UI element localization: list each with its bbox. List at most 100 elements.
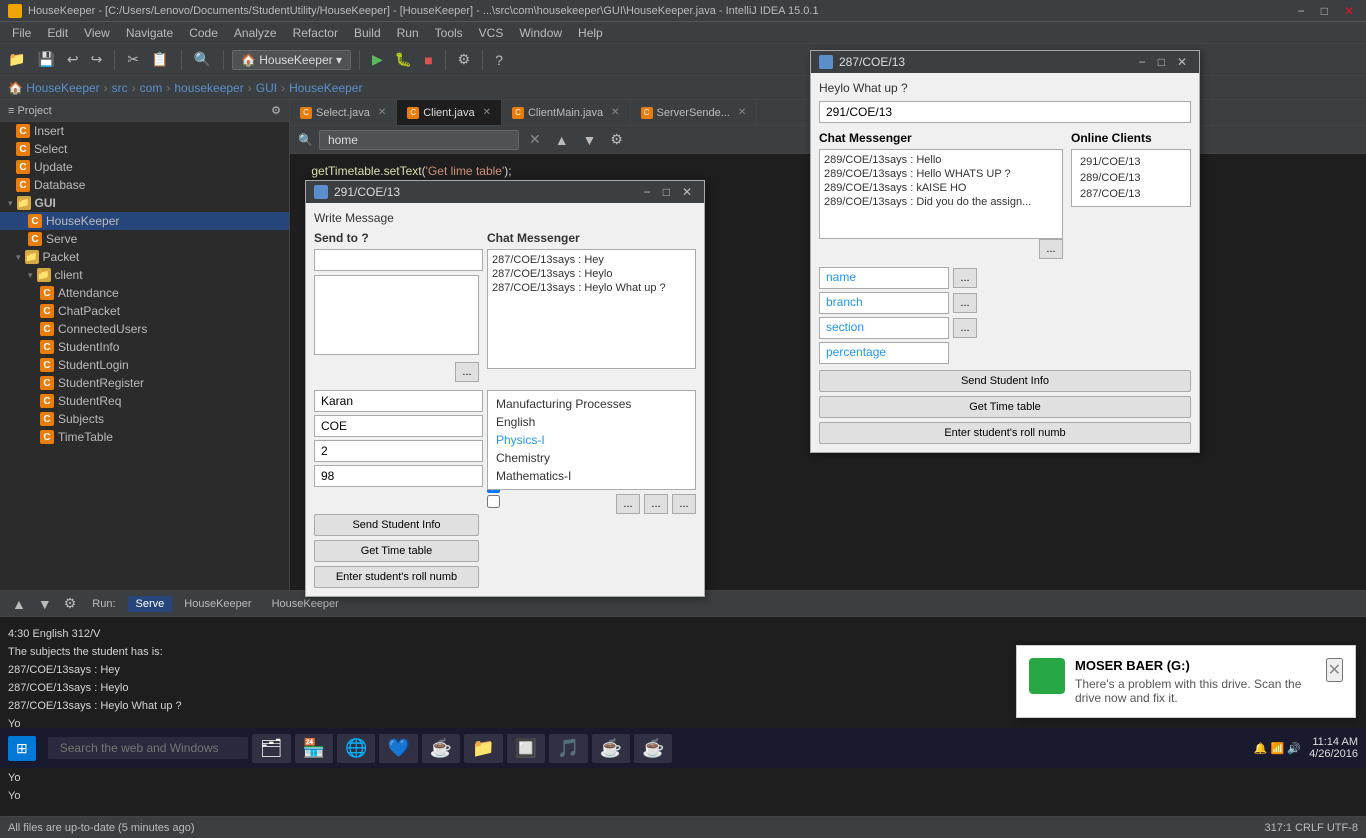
roll-input[interactable] [819, 101, 1191, 123]
tab-close-select[interactable]: ✕ [378, 107, 386, 118]
get-timetable-btn[interactable]: Get Time table [314, 540, 479, 562]
tree-item-chatpacket[interactable]: C ChatPacket [0, 302, 289, 320]
search-settings-btn[interactable]: ⚙ [606, 129, 627, 150]
tree-item-studentinfo[interactable]: C StudentInfo [0, 338, 289, 356]
tab-close-client[interactable]: ✕ [483, 107, 491, 118]
breadcrumb-item-3[interactable]: com [140, 81, 163, 95]
toolbar-btn-6[interactable]: 📋 [147, 49, 172, 70]
subj-next-btn[interactable]: ... [644, 494, 668, 514]
taskbar-app-3[interactable]: 🌐 [337, 734, 375, 763]
maximize-button[interactable]: □ [1317, 4, 1332, 18]
toolbar-btn-5[interactable]: ✂ [123, 49, 143, 70]
stop-button[interactable]: ■ [420, 50, 436, 70]
menu-item-code[interactable]: Code [181, 24, 226, 42]
taskbar-app-1[interactable]: 🗂 [252, 734, 291, 763]
menu-item-help[interactable]: Help [570, 24, 611, 42]
start-button[interactable]: ⊞ [8, 736, 36, 761]
tree-item-insert[interactable]: C Insert [0, 122, 289, 140]
run-tab-housekeeper2[interactable]: HouseKeeper [264, 596, 347, 612]
toolbar-btn-1[interactable]: 📁 [4, 49, 29, 70]
taskbar-search-input[interactable] [48, 737, 248, 759]
menu-item-window[interactable]: Window [511, 24, 570, 42]
menu-item-refactor[interactable]: Refactor [285, 24, 346, 42]
search-input[interactable] [319, 130, 519, 150]
menu-item-view[interactable]: View [76, 24, 118, 42]
toolbar-btn-4[interactable]: ↪ [87, 49, 107, 70]
close-button[interactable]: ✕ [1340, 4, 1358, 18]
subj-prev-btn[interactable]: ... [616, 494, 640, 514]
online-client-2[interactable]: 289/COE/13 [1076, 170, 1186, 186]
run-tab-run[interactable]: Run: [84, 596, 123, 612]
taskbar-app-7[interactable]: 🔲 [507, 734, 545, 763]
menu-item-navigate[interactable]: Navigate [118, 24, 181, 42]
tree-item-studentregister[interactable]: C StudentRegister [0, 374, 289, 392]
online-client-3[interactable]: 287/COE/13 [1076, 186, 1186, 202]
tree-item-select[interactable]: C Select [0, 140, 289, 158]
window-sec-close[interactable]: ✕ [1173, 55, 1191, 69]
sec-enter-roll-btn[interactable]: Enter student's roll numb [819, 422, 1191, 444]
window-main-maximize[interactable]: □ [659, 185, 674, 199]
minimize-button[interactable]: − [1294, 4, 1309, 18]
tree-item-serve[interactable]: C Serve [0, 230, 289, 248]
search-close-btn[interactable]: ✕ [525, 129, 545, 150]
menu-item-tools[interactable]: Tools [427, 24, 471, 42]
tab-client-java[interactable]: C Client.java ✕ [397, 100, 502, 125]
send-message-ellipsis[interactable]: ... [455, 362, 479, 382]
name-input[interactable] [314, 390, 483, 412]
toolbar-btn-2[interactable]: 💾 [33, 49, 58, 70]
tab-close-serversende[interactable]: ✕ [738, 107, 746, 118]
tree-item-studentlogin[interactable]: C StudentLogin [0, 356, 289, 374]
sec-chat-ellipsis[interactable]: ... [1039, 239, 1063, 259]
tree-item-update[interactable]: C Update [0, 158, 289, 176]
taskbar-app-10[interactable]: ☕ [634, 734, 672, 763]
tree-item-subjects[interactable]: C Subjects [0, 410, 289, 428]
toast-close-btn[interactable]: ✕ [1326, 658, 1343, 682]
settings-button[interactable]: ⚙ [454, 49, 475, 70]
breadcrumb-item-6[interactable]: HouseKeeper [289, 81, 362, 95]
tab-select-java[interactable]: C Select.java ✕ [290, 100, 397, 125]
percentage-input[interactable] [314, 465, 483, 487]
sec-send-student-info-btn[interactable]: Send Student Info [819, 370, 1191, 392]
taskbar-app-8[interactable]: 🎵 [549, 734, 587, 763]
tree-item-client-folder[interactable]: ▾ 📁 client [0, 266, 289, 284]
sec-get-timetable-btn[interactable]: Get Time table [819, 396, 1191, 418]
debug-button[interactable]: 🐛 [391, 49, 416, 70]
run-down-btn[interactable]: ▼ [34, 594, 56, 614]
run-settings-btn[interactable]: ⚙ [60, 593, 81, 614]
message-compose-area[interactable] [314, 275, 479, 355]
menu-item-vcs[interactable]: VCS [471, 24, 512, 42]
subj-other-btn[interactable]: ... [672, 494, 696, 514]
run-tab-serve[interactable]: Serve [128, 596, 173, 612]
panel-settings-icon[interactable]: ⚙ [271, 104, 281, 117]
tree-item-attendance[interactable]: C Attendance [0, 284, 289, 302]
toolbar-btn-7[interactable]: 🔍 [190, 49, 215, 70]
sec-branch-ellipsis[interactable]: ... [953, 293, 977, 313]
window-main-close[interactable]: ✕ [678, 185, 696, 199]
sec-name-ellipsis[interactable]: ... [953, 268, 977, 288]
menu-item-file[interactable]: File [4, 24, 39, 42]
run-button[interactable]: ▶ [368, 49, 387, 70]
send-student-info-btn[interactable]: Send Student Info [314, 514, 479, 536]
window-secondary-title-bar[interactable]: 287/COE/13 − □ ✕ [811, 51, 1199, 73]
send-to-input[interactable] [314, 249, 483, 271]
breadcrumb-item-2[interactable]: src [112, 81, 128, 95]
menu-item-build[interactable]: Build [346, 24, 389, 42]
project-dropdown[interactable]: 🏠 HouseKeeper ▾ [232, 50, 351, 70]
search-prev-btn[interactable]: ▲ [551, 130, 573, 150]
breadcrumb-item-5[interactable]: GUI [256, 81, 277, 95]
run-tab-housekeeper1[interactable]: HouseKeeper [176, 596, 259, 612]
help-button[interactable]: ? [491, 50, 507, 70]
tree-item-studentreq[interactable]: C StudentReq [0, 392, 289, 410]
tree-item-timetable[interactable]: C TimeTable [0, 428, 289, 446]
tab-close-clientmain[interactable]: ✕ [611, 107, 619, 118]
window-sec-maximize[interactable]: □ [1154, 55, 1169, 69]
menu-item-run[interactable]: Run [389, 24, 427, 42]
search-next-btn[interactable]: ▼ [579, 130, 601, 150]
tree-item-gui[interactable]: ▾ 📁 GUI [0, 194, 289, 212]
toolbar-btn-3[interactable]: ↩ [63, 49, 83, 70]
breadcrumb-item-4[interactable]: housekeeper [174, 81, 243, 95]
online-client-1[interactable]: 291/COE/13 [1076, 154, 1186, 170]
tab-serversende[interactable]: C ServerSende... ✕ [631, 100, 758, 125]
taskbar-app-4[interactable]: 💙 [379, 734, 417, 763]
menu-item-edit[interactable]: Edit [39, 24, 76, 42]
